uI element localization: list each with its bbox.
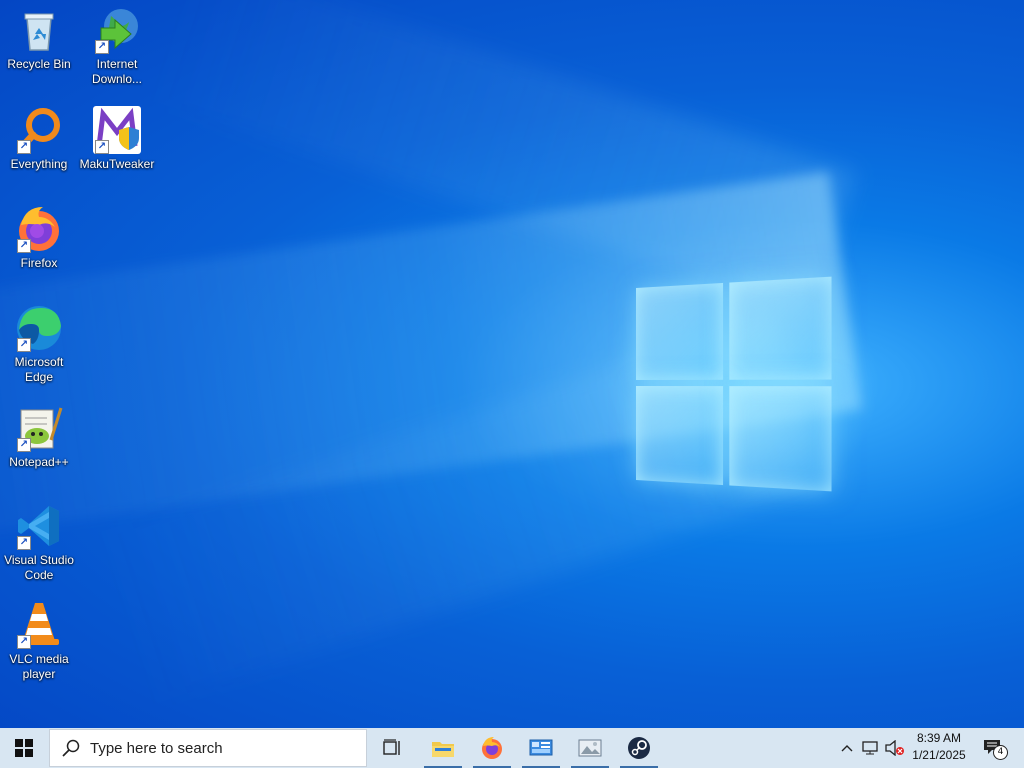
show-hidden-icons-button[interactable] — [836, 728, 858, 768]
taskbar-firefox[interactable] — [471, 728, 513, 768]
firefox-icon — [482, 737, 502, 759]
desktop-icon-label: MakuTweaker — [79, 157, 155, 171]
notifications-icon: 4 — [983, 739, 1008, 760]
system-clock[interactable]: 8:39 AM 1/21/2025 — [900, 730, 978, 766]
vlc-icon: ↗ — [15, 601, 63, 649]
desktop-icon-vscode[interactable]: ↗ Visual Studio Code — [0, 502, 78, 583]
taskbar-image-viewer[interactable] — [569, 728, 611, 768]
action-center-button[interactable]: 4 — [978, 728, 1008, 768]
vscode-icon: ↗ — [15, 502, 63, 550]
recycle-bin-icon — [15, 6, 63, 54]
task-view-icon — [383, 739, 400, 755]
desktop-icon-label: VLC media player — [9, 652, 69, 681]
desktop-icon-label: Microsoft Edge — [14, 355, 64, 384]
taskbar-search-box[interactable]: Type here to search — [49, 729, 367, 767]
desktop-icon-label: Everything — [10, 157, 68, 171]
taskbar-file-explorer[interactable] — [422, 728, 464, 768]
desktop-icon-microsoft-edge[interactable]: ↗ Microsoft Edge — [0, 304, 78, 385]
desktop-icon-notepad-plus-plus[interactable]: ↗ Notepad++ — [0, 404, 78, 470]
network-icon — [862, 741, 878, 755]
desktop-icon-label: Internet Downlo... — [91, 57, 143, 86]
windows-start-icon — [15, 739, 33, 757]
clock-date: 1/21/2025 — [912, 748, 966, 762]
desktop-icon-label: Visual Studio Code — [4, 553, 74, 582]
folder-icon — [432, 742, 454, 757]
notification-count-badge: 4 — [993, 745, 1008, 760]
desktop-icon-recycle-bin[interactable]: Recycle Bin — [0, 6, 78, 72]
taskbar-steam[interactable] — [618, 728, 660, 768]
start-button[interactable] — [0, 728, 48, 768]
clock-time: 8:39 AM — [916, 731, 962, 745]
chevron-up-icon — [841, 745, 853, 752]
desktop-icon-internet-download-manager[interactable]: ↗ Internet Downlo... — [78, 6, 156, 87]
desktop-icon-label: Notepad++ — [9, 455, 69, 469]
desktop-icon-label: Recycle Bin — [7, 57, 71, 71]
desktop-icon-firefox[interactable]: ↗ Firefox — [0, 205, 78, 271]
desktop-icon-label: Firefox — [20, 256, 58, 270]
firefox-icon: ↗ — [15, 205, 63, 253]
search-icon — [62, 739, 80, 757]
desktop-icon-vlc[interactable]: ↗ VLC media player — [0, 601, 78, 682]
control-panel-icon — [529, 739, 553, 756]
task-view-button[interactable] — [371, 728, 413, 768]
desktop-icon-everything[interactable]: ↗ Everything — [0, 106, 78, 172]
windows-logo-wallpaper — [636, 276, 832, 492]
image-viewer-icon — [578, 739, 602, 757]
taskbar: Type here to search 8:39 AM 1/21/2025 4 — [0, 728, 1024, 768]
taskbar-control-panel[interactable] — [520, 728, 562, 768]
desktop-icon-makutweaker[interactable]: ↗ MakuTweaker — [78, 106, 156, 172]
microsoft-edge-icon: ↗ — [15, 304, 63, 352]
internet-download-manager-icon: ↗ — [93, 6, 141, 54]
steam-icon — [628, 737, 650, 759]
notepad-plus-plus-icon: ↗ — [15, 404, 63, 452]
makutweaker-icon: ↗ — [93, 106, 141, 154]
everything-search-icon: ↗ — [15, 106, 63, 154]
network-status-button[interactable] — [860, 728, 882, 768]
desktop: Recycle Bin ↗ Internet Downlo... ↗ Every… — [0, 0, 1024, 728]
search-placeholder: Type here to search — [90, 739, 223, 757]
